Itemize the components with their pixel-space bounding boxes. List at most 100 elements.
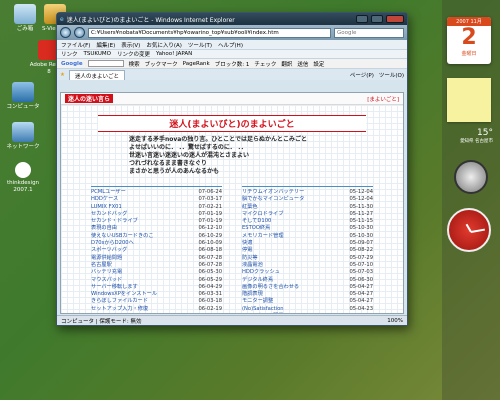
article-link[interactable]: 使えないUSBカードきのこ: [91, 233, 154, 240]
settings-button[interactable]: 設定: [313, 60, 324, 68]
article-date: 07-06-24: [198, 189, 222, 195]
favorites-star-icon[interactable]: ★: [60, 72, 65, 78]
link-yahoo[interactable]: Yahoo! JAPAN: [156, 51, 192, 57]
article-link[interactable]: iPod shuffle: [91, 313, 121, 314]
menu-tools[interactable]: ツール(T): [188, 41, 212, 49]
clock-minute-hand: [470, 228, 485, 233]
bookmarks-button[interactable]: ブックマーク: [145, 60, 178, 68]
desktop-icon-label: thinkdesign 2007.1: [6, 180, 40, 193]
desktop-icon-thinkdesign[interactable]: thinkdesign 2007.1: [2, 162, 44, 193]
site-title: 迷人(まよいびと)のまよいごと: [98, 115, 366, 132]
article-link[interactable]: 防災等: [242, 255, 258, 262]
calendar-weekday: 金曜日: [461, 51, 477, 57]
title-bar[interactable]: e 迷人(まよいびと)のまよいごと - Windows Internet Exp…: [57, 13, 407, 25]
window-title: 迷人(まよいびと)のまよいごと - Windows Internet Explo…: [66, 16, 235, 24]
clock-hour-hand: [465, 223, 472, 233]
cpu-meter-gadget[interactable]: [454, 160, 488, 194]
notes-gadget[interactable]: [447, 78, 491, 122]
tab-bar: ★ 迷人のまよいごと ページ(P) ツール(O): [57, 68, 407, 80]
google-search-input[interactable]: [87, 60, 124, 67]
menu-view[interactable]: 表示(V): [121, 41, 140, 49]
send-button[interactable]: 送信: [297, 60, 308, 68]
list-item: HDDケース 07-03-17: [91, 196, 222, 203]
list-item: 表現の自由 06-12-10: [91, 225, 222, 232]
article-date: 06-05-30: [198, 269, 222, 276]
article-link[interactable]: メモリカード配置: [242, 313, 284, 314]
article-link[interactable]: (No)Satisfaction: [242, 306, 284, 313]
article-date: 05-07-10: [349, 261, 373, 268]
article-date: 05-12-29: [198, 313, 222, 314]
menu-edit[interactable]: 編集(E): [96, 41, 115, 49]
close-button[interactable]: [386, 15, 404, 23]
article-link[interactable]: マウスパッド: [91, 277, 122, 284]
article-link[interactable]: きらぼしファイルカード: [91, 298, 148, 305]
tab-current[interactable]: 迷人のまよいごと: [68, 69, 125, 80]
article-link[interactable]: LUMIX FX01: [91, 204, 122, 211]
weather-temp: 15°: [477, 128, 493, 138]
link-change[interactable]: リンクの変更: [117, 50, 150, 58]
list-item: きらぼしファイルカード 06-03-18: [91, 298, 222, 305]
menu-bar: ファイル(F) 編集(E) 表示(V) お気に入り(A) ツール(T) ヘルプ(…: [57, 40, 407, 49]
google-search-button[interactable]: 検索: [129, 60, 140, 68]
address-input[interactable]: C:¥Users¥nobata¥Documents¥hp¥owarino_top…: [88, 27, 331, 38]
article-link[interactable]: ESTOO終焉: [242, 225, 270, 232]
search-input[interactable]: Google: [334, 27, 404, 38]
article-link[interactable]: セットアップ入力・修復: [91, 306, 148, 313]
calendar-gadget[interactable]: 2007 11月 2 金曜日: [447, 17, 491, 64]
list-item: LUMIX FX01 07-02-21: [91, 204, 222, 211]
article-link[interactable]: 停電: [242, 247, 252, 254]
desktop-icon-network[interactable]: ネットワーク: [2, 122, 44, 151]
zoom-level[interactable]: 100%: [387, 318, 403, 324]
article-link[interactable]: 表現の自由: [91, 225, 117, 232]
intro-line: まさかと思うが人のあんなるかも: [129, 168, 220, 175]
article-date: 05-04-23: [349, 313, 373, 314]
ie-icon: e: [60, 15, 64, 23]
menu-help[interactable]: ヘルプ(H): [218, 41, 243, 49]
article-date: 07-03-17: [198, 196, 222, 203]
maximize-button[interactable]: [371, 15, 383, 23]
weather-gadget[interactable]: 15° 愛知県 名古屋市: [449, 128, 493, 152]
spellcheck-button[interactable]: チェック: [254, 60, 276, 68]
list-item: (No)Satisfaction 05-04-23: [242, 306, 373, 313]
article-date: 05-04-27: [349, 283, 373, 290]
intro-text: 迷走する矛手novaの独り言。ひとことでは足らぬかんとこみごと よせばいいのに．…: [129, 136, 403, 176]
article-date: 05-10-30: [349, 225, 373, 232]
menu-file[interactable]: ファイル(F): [61, 41, 90, 49]
article-date: 06-07-28: [198, 261, 222, 268]
article-date: 05-12-04: [349, 189, 373, 195]
menu-favorites[interactable]: お気に入り(A): [146, 41, 182, 49]
page-menu[interactable]: ページ(P): [350, 71, 374, 79]
article-link[interactable]: 脳でかなマイコンピュータ: [242, 196, 304, 203]
list-item: 停電 05-08-22: [242, 247, 373, 254]
link-tsukumo[interactable]: TSUKUMO: [84, 51, 111, 57]
article-link[interactable]: デジタル終焉: [242, 277, 273, 284]
article-link[interactable]: 電源供給問題: [91, 255, 122, 262]
list-item: HDDクラッシュ 05-07-03: [242, 269, 373, 276]
article-link[interactable]: メモリカード管理: [242, 233, 284, 240]
article-link[interactable]: HDDクラッシュ: [242, 269, 280, 276]
page-header-strip: 迷人の迷い言ら [まよいごと]: [61, 93, 403, 105]
article-link[interactable]: モニター調整: [242, 298, 273, 305]
article-link[interactable]: HDDケース: [91, 196, 118, 203]
list-item: 紅葉色 05-11-30: [242, 204, 373, 211]
network-icon: [12, 122, 34, 142]
article-date: 05-04-27: [349, 298, 373, 305]
article-date: 05-06-30: [349, 276, 373, 283]
article-link[interactable]: バッテリ充電: [91, 269, 122, 276]
article-link[interactable]: スポーツバッグ: [91, 247, 127, 254]
clock-gadget[interactable]: [447, 208, 491, 252]
back-icon[interactable]: [60, 27, 71, 38]
article-list-left: PCMLユーザー 07-06-24 HDDケース 07-03-17 LUMIX FX01…: [91, 186, 222, 314]
tools-menu[interactable]: ツール(O): [379, 71, 404, 79]
popup-blocker[interactable]: ブロック数: 1: [215, 60, 250, 68]
article-link[interactable]: 紅葉色: [242, 204, 258, 211]
translate-button[interactable]: 翻訳: [281, 60, 292, 68]
article-date: 06-03-31: [198, 291, 222, 298]
forward-icon[interactable]: [74, 27, 85, 38]
desktop-icon-computer[interactable]: コンピュータ: [2, 82, 44, 111]
article-date: 06-05-29: [198, 276, 222, 283]
minimize-button[interactable]: [356, 15, 368, 23]
desktop-icon-label: コンピュータ: [6, 104, 40, 110]
intro-line: 世迷い言迷い迷迷いの迷人が混沌とさまよい: [129, 152, 250, 159]
desktop-icon-label: ネットワーク: [6, 144, 40, 150]
